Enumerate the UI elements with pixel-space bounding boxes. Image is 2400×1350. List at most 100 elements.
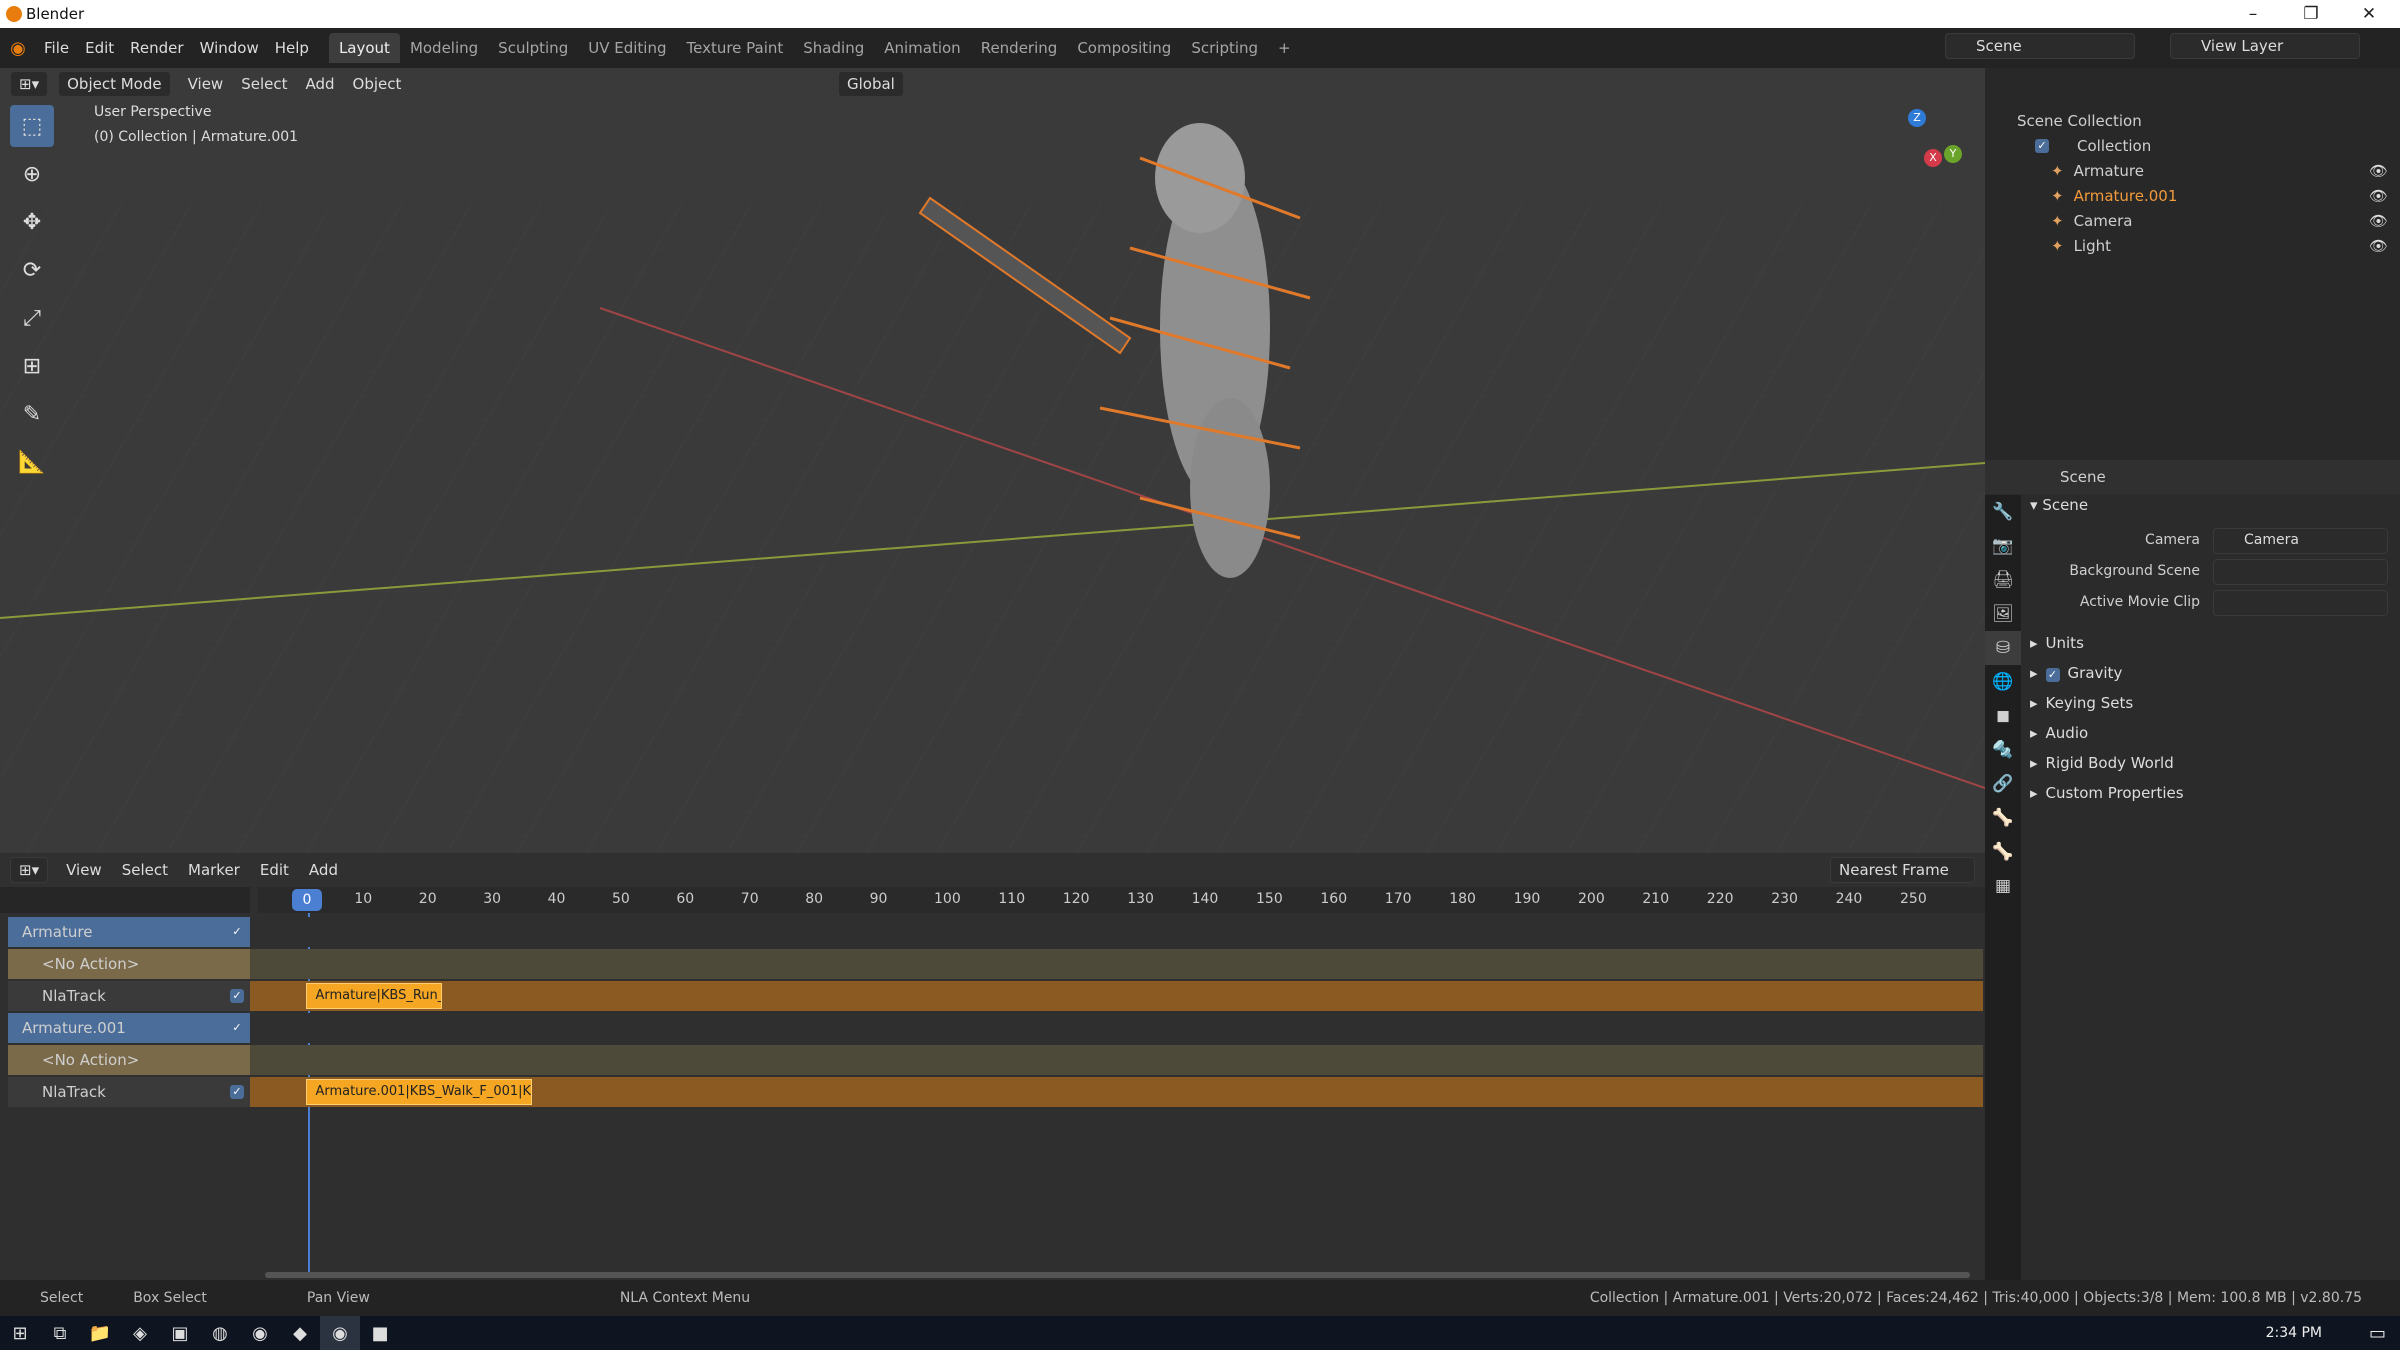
camera-field[interactable]: Camera (2213, 528, 2388, 554)
nla-channel-track[interactable]: NlaTrack ✓ (8, 981, 250, 1011)
measure-tool-icon[interactable]: 📐 (10, 441, 54, 483)
nla-menu-marker[interactable]: Marker (178, 861, 250, 879)
outliner-item[interactable]: ✦ Camera 👁 (1985, 208, 2400, 233)
outliner-item[interactable]: ✦ Light 👁 (1985, 233, 2400, 258)
blender-taskbar-icon[interactable]: ◉ (320, 1316, 360, 1350)
file-explorer-icon[interactable]: 📁 (80, 1316, 120, 1350)
tab-shading[interactable]: Shading (793, 33, 874, 63)
tab-rendering[interactable]: Rendering (971, 33, 1068, 63)
nla-track-row[interactable] (250, 917, 1983, 947)
gizmo-y[interactable]: Y (1944, 145, 1962, 163)
tab-scripting[interactable]: Scripting (1181, 33, 1268, 63)
channel-checkbox[interactable]: ✓ (230, 1085, 244, 1099)
nla-menu-edit[interactable]: Edit (250, 861, 299, 879)
scene-selector[interactable]: Scene (1945, 33, 2135, 59)
move-tool-icon[interactable]: ✥ (10, 201, 54, 243)
app-icon[interactable]: ▣ (160, 1316, 200, 1350)
nla-channel-action[interactable]: <No Action> (8, 949, 250, 979)
nla-track-row[interactable] (250, 981, 1983, 1011)
tab-animation[interactable]: Animation (874, 33, 970, 63)
gravity-checkbox[interactable]: ✓ (2045, 668, 2060, 682)
viewport-menu-object[interactable]: Object (344, 75, 411, 93)
blender-menu-icon[interactable]: ◉ (0, 38, 36, 59)
panel-custom-properties[interactable]: ▸ Custom Properties (2030, 784, 2390, 802)
collection-checkbox[interactable]: ✓ (2035, 138, 2049, 153)
tab-compositing[interactable]: Compositing (1067, 33, 1181, 63)
gizmo-x[interactable]: X (1924, 149, 1942, 167)
menu-render[interactable]: Render (122, 39, 191, 57)
current-frame-indicator[interactable]: 0 (292, 889, 322, 911)
orientation-selector[interactable]: Global (838, 71, 904, 97)
outliner-item[interactable]: ✦ Armature.001 👁 (1985, 183, 2400, 208)
menu-help[interactable]: Help (267, 39, 317, 57)
channel-checkbox[interactable]: ✓ (230, 925, 244, 939)
annotate-tool-icon[interactable]: ✎ (10, 393, 54, 435)
scene-collection-row[interactable]: Scene Collection (1985, 108, 2400, 133)
viewport-menu-add[interactable]: Add (297, 75, 344, 93)
tool-tab-icon[interactable]: 🔧 (1985, 495, 2021, 529)
nla-editor-type-button[interactable]: ⊞▾ (10, 857, 49, 883)
cursor-tool-icon[interactable]: ⊕ (10, 153, 54, 195)
menu-file[interactable]: File (36, 39, 77, 57)
scene-section-title[interactable]: ▾ Scene (2030, 496, 2390, 514)
close-button[interactable]: ✕ (2346, 0, 2392, 28)
nla-track-row[interactable] (250, 1045, 1983, 1075)
editor-type-button[interactable]: ⊞▾ (10, 71, 49, 97)
add-workspace-button[interactable]: + (1268, 33, 1301, 63)
tab-layout[interactable]: Layout (328, 33, 400, 63)
app-icon[interactable]: ◍ (200, 1316, 240, 1350)
scale-tool-icon[interactable]: ⤢ (10, 297, 54, 339)
timeline-ruler[interactable]: 10 20 30 40 50 60 70 80 90 100 110 120 130 140 150 160 1… (258, 887, 1985, 913)
visibility-eye-icon[interactable]: 👁 (2369, 212, 2388, 230)
app-icon[interactable]: ◈ (120, 1316, 160, 1350)
nla-search-input[interactable] (0, 887, 250, 913)
tab-modeling[interactable]: Modeling (400, 33, 488, 63)
bone-tab-icon[interactable]: 🦴 (1985, 835, 2021, 869)
output-tab-icon[interactable]: 🖨 (1985, 563, 2021, 597)
app-icon[interactable]: ◆ (280, 1316, 320, 1350)
nla-channel-object[interactable]: Armature.001 ✓ (8, 1013, 250, 1043)
viewport-menu-view[interactable]: View (179, 75, 233, 93)
nla-menu-add[interactable]: Add (299, 861, 348, 879)
minimize-button[interactable]: – (2230, 0, 2276, 28)
modifier-tab-icon[interactable]: 🔩 (1985, 733, 2021, 767)
nla-menu-view[interactable]: View (56, 861, 112, 879)
mode-selector[interactable]: Object Mode (58, 71, 171, 97)
nla-strip[interactable]: Armature.001|KBS_Walk_F_001|KBS (306, 1079, 532, 1105)
transform-tool-icon[interactable]: ⊞ (10, 345, 54, 387)
visibility-eye-icon[interactable]: 👁 (2369, 162, 2388, 180)
panel-audio[interactable]: ▸ Audio (2030, 724, 2390, 742)
tab-texture-paint[interactable]: Texture Paint (676, 33, 793, 63)
snap-selector[interactable]: Nearest Frame (1830, 857, 1975, 883)
visibility-eye-icon[interactable]: 👁 (2369, 237, 2388, 255)
tab-sculpting[interactable]: Sculpting (488, 33, 578, 63)
nla-strip[interactable]: Armature|KBS_Run_F (306, 983, 442, 1009)
nla-track-row[interactable] (250, 949, 1983, 979)
firefox-icon[interactable]: ◉ (240, 1316, 280, 1350)
viewport-menu-select[interactable]: Select (232, 75, 296, 93)
background-scene-field[interactable] (2213, 559, 2388, 585)
menu-edit[interactable]: Edit (77, 39, 122, 57)
object-tab-icon[interactable]: ◼ (1985, 699, 2021, 733)
panel-gravity[interactable]: ▸ ✓ Gravity (2030, 664, 2390, 682)
3d-viewport[interactable] (0, 68, 1985, 853)
channel-checkbox[interactable]: ✓ (230, 989, 244, 1003)
tab-uv-editing[interactable]: UV Editing (578, 33, 676, 63)
horizontal-scrollbar[interactable] (265, 1272, 1970, 1278)
select-box-tool-icon[interactable]: ⬚ (10, 105, 54, 147)
menu-window[interactable]: Window (192, 39, 267, 57)
view-layer-tab-icon[interactable]: 🖼 (1985, 597, 2021, 631)
data-tab-icon[interactable]: 🦴 (1985, 801, 2021, 835)
task-view-icon[interactable]: ⧉ (40, 1316, 80, 1350)
active-movie-clip-field[interactable] (2213, 590, 2388, 616)
nla-menu-select[interactable]: Select (112, 861, 178, 879)
collection-row[interactable]: ✓ Collection (1985, 133, 2400, 158)
panel-keying-sets[interactable]: ▸ Keying Sets (2030, 694, 2390, 712)
nla-channel-object[interactable]: Armature ✓ (8, 917, 250, 947)
nla-channel-track[interactable]: NlaTrack ✓ (8, 1077, 250, 1107)
panel-units[interactable]: ▸ Units (2030, 634, 2390, 652)
channel-checkbox[interactable]: ✓ (230, 1021, 244, 1035)
gizmo-z[interactable]: Z (1908, 109, 1926, 127)
texture-tab-icon[interactable]: ▦ (1985, 869, 2021, 903)
app-icon[interactable]: ■ (360, 1316, 400, 1350)
